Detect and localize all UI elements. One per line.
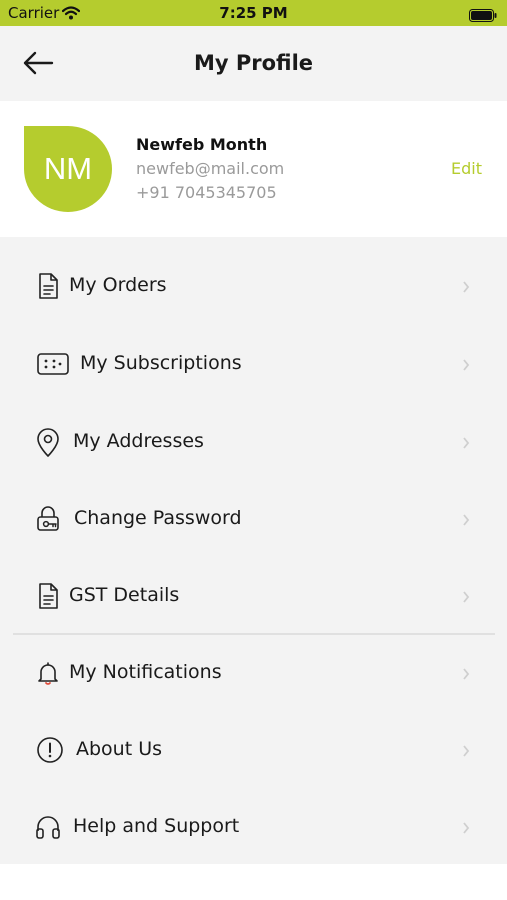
profile-name: Newfeb Month (136, 135, 268, 154)
chevron-right-icon (462, 742, 470, 761)
chevron-right-icon (462, 819, 470, 838)
lock-key-icon (34, 505, 62, 533)
chevron-right-icon (462, 434, 470, 453)
menu-item-change-password[interactable]: Change Password (0, 489, 507, 549)
page-title: My Profile (193, 51, 314, 75)
menu-divider (13, 633, 495, 635)
menu-item-help-and-support[interactable]: Help and Support (0, 797, 507, 857)
menu-item-my-subscriptions[interactable]: My Subscriptions (0, 334, 507, 394)
chevron-right-icon (462, 588, 470, 607)
menu-item-my-addresses[interactable]: My Addresses (0, 412, 507, 472)
menu-item-label: GST Details (69, 584, 180, 606)
nav-header: My Profile (0, 26, 507, 101)
profile-menu: My Orders My Subscriptions My Addresses … (0, 237, 507, 864)
menu-item-label: Help and Support (73, 815, 240, 837)
avatar: NM (24, 126, 112, 212)
chevron-right-icon (462, 511, 470, 530)
menu-item-my-orders[interactable]: My Orders (0, 256, 507, 316)
status-time: 7:25 PM (219, 4, 288, 22)
menu-item-gst-details[interactable]: GST Details (0, 566, 507, 626)
document-icon (34, 582, 62, 610)
battery-icon (469, 7, 497, 26)
chevron-right-icon (462, 278, 470, 297)
menu-item-label: My Orders (69, 274, 167, 296)
profile-phone: +91 7045345705 (136, 183, 277, 202)
chevron-right-icon (462, 356, 470, 375)
profile-card: NM Newfeb Month newfeb@mail.com +91 7045… (0, 101, 507, 237)
menu-item-label: My Notifications (69, 661, 222, 683)
menu-item-label: Change Password (74, 507, 242, 529)
menu-item-about-us[interactable]: About Us (0, 720, 507, 780)
location-pin-icon (34, 428, 62, 457)
info-icon (36, 736, 64, 764)
menu-item-label: My Subscriptions (80, 352, 242, 374)
chevron-right-icon (462, 665, 470, 684)
menu-item-label: About Us (76, 738, 163, 760)
document-icon (34, 272, 62, 300)
subscription-card-icon (36, 350, 70, 378)
status-bar: Carrier 7:25 PM (0, 0, 507, 26)
headphones-icon (34, 813, 62, 841)
menu-item-label: My Addresses (73, 430, 204, 452)
edit-profile-button[interactable]: Edit (451, 159, 482, 178)
profile-email: newfeb@mail.com (136, 159, 285, 178)
menu-item-my-notifications[interactable]: My Notifications (0, 643, 507, 703)
bell-icon (34, 659, 62, 687)
